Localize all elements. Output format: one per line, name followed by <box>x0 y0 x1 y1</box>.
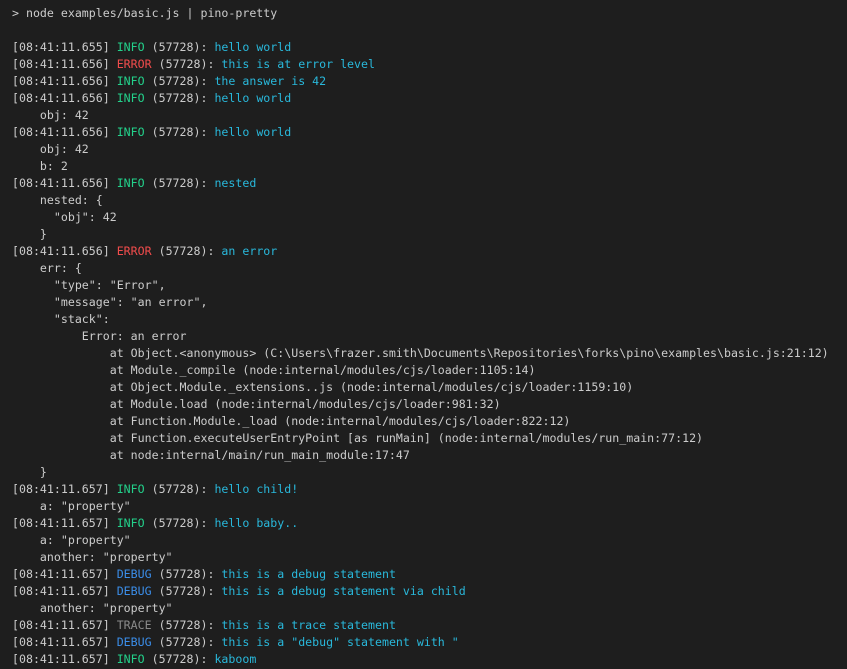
log-message: hello child! <box>214 482 298 496</box>
detail-line: a: "property" <box>12 498 847 515</box>
pid: (57728): <box>152 244 222 258</box>
log-line: [08:41:11.656] ERROR (57728): this is at… <box>12 56 847 73</box>
log-level: INFO <box>117 74 145 88</box>
command-text: > node examples/basic.js | pino-pretty <box>12 6 277 20</box>
detail-line: nested: { <box>12 192 847 209</box>
log-message: hello world <box>214 91 291 105</box>
detail-line: } <box>12 226 847 243</box>
detail-line: at Module._compile (node:internal/module… <box>12 362 847 379</box>
detail-line: at Function.Module._load (node:internal/… <box>12 413 847 430</box>
log-line: [08:41:11.656] INFO (57728): hello world <box>12 90 847 107</box>
detail-line: at Function.executeUserEntryPoint [as ru… <box>12 430 847 447</box>
timestamp: [08:41:11.657] <box>12 652 117 666</box>
log-line: [08:41:11.657] INFO (57728): hello baby.… <box>12 515 847 532</box>
timestamp: [08:41:11.657] <box>12 482 117 496</box>
log-level: DEBUG <box>117 567 152 581</box>
detail-line: at node:internal/main/run_main_module:17… <box>12 447 847 464</box>
log-level: ERROR <box>117 244 152 258</box>
log-message: hello world <box>214 125 291 139</box>
timestamp: [08:41:11.656] <box>12 57 117 71</box>
detail-line: "message": "an error", <box>12 294 847 311</box>
log-message: this is at error level <box>221 57 375 71</box>
detail-line: at Object.Module._extensions..js (node:i… <box>12 379 847 396</box>
terminal[interactable]: > node examples/basic.js | pino-pretty [… <box>0 0 847 669</box>
detail-line: Error: an error <box>12 328 847 345</box>
timestamp: [08:41:11.657] <box>12 567 117 581</box>
detail-line: another: "property" <box>12 549 847 566</box>
log-message: this is a debug statement <box>221 567 396 581</box>
detail-line: "type": "Error", <box>12 277 847 294</box>
timestamp: [08:41:11.657] <box>12 516 117 530</box>
log-line: [08:41:11.657] DEBUG (57728): this is a … <box>12 634 847 651</box>
log-level: INFO <box>117 40 145 54</box>
detail-line: obj: 42 <box>12 107 847 124</box>
log-message: hello baby.. <box>214 516 298 530</box>
timestamp: [08:41:11.657] <box>12 618 117 632</box>
detail-line: "obj": 42 <box>12 209 847 226</box>
log-message: this is a debug statement via child <box>221 584 465 598</box>
pid: (57728): <box>152 584 222 598</box>
log-level: ERROR <box>117 57 152 71</box>
log-level: INFO <box>117 176 145 190</box>
log-level: DEBUG <box>117 635 152 649</box>
log-message: the answer is 42 <box>214 74 326 88</box>
pid: (57728): <box>145 74 215 88</box>
log-line: [08:41:11.657] INFO (57728): kaboom <box>12 651 847 668</box>
log-message: kaboom <box>214 652 256 666</box>
log-level: INFO <box>117 652 145 666</box>
blank-line <box>12 22 847 39</box>
log-message: nested <box>214 176 256 190</box>
detail-line: at Module.load (node:internal/modules/cj… <box>12 396 847 413</box>
log-message: this is a trace statement <box>221 618 396 632</box>
log-message: this is a "debug" statement with " <box>221 635 458 649</box>
timestamp: [08:41:11.656] <box>12 244 117 258</box>
log-line: [08:41:11.657] DEBUG (57728): this is a … <box>12 583 847 600</box>
command-line: > node examples/basic.js | pino-pretty <box>12 5 847 22</box>
detail-line: a: "property" <box>12 532 847 549</box>
pid: (57728): <box>145 516 215 530</box>
detail-line: err: { <box>12 260 847 277</box>
timestamp: [08:41:11.656] <box>12 125 117 139</box>
detail-line: another: "property" <box>12 600 847 617</box>
log-line: [08:41:11.657] TRACE (57728): this is a … <box>12 617 847 634</box>
timestamp: [08:41:11.656] <box>12 74 117 88</box>
detail-line: "stack": <box>12 311 847 328</box>
log-level: TRACE <box>117 618 152 632</box>
pid: (57728): <box>145 40 215 54</box>
log-line: [08:41:11.657] DEBUG (57728): this is a … <box>12 566 847 583</box>
timestamp: [08:41:11.656] <box>12 91 117 105</box>
detail-line: } <box>12 464 847 481</box>
log-level: INFO <box>117 91 145 105</box>
timestamp: [08:41:11.657] <box>12 584 117 598</box>
log-level: DEBUG <box>117 584 152 598</box>
pid: (57728): <box>145 176 215 190</box>
detail-line: at Object.<anonymous> (C:\Users\frazer.s… <box>12 345 847 362</box>
pid: (57728): <box>145 125 215 139</box>
detail-line: obj: 42 <box>12 141 847 158</box>
log-level: INFO <box>117 125 145 139</box>
timestamp: [08:41:11.657] <box>12 635 117 649</box>
timestamp: [08:41:11.656] <box>12 176 117 190</box>
pid: (57728): <box>152 567 222 581</box>
pid: (57728): <box>152 618 222 632</box>
pid: (57728): <box>145 482 215 496</box>
pid: (57728): <box>152 57 222 71</box>
pid: (57728): <box>152 635 222 649</box>
pid: (57728): <box>145 652 215 666</box>
timestamp: [08:41:11.655] <box>12 40 117 54</box>
log-message: hello world <box>214 40 291 54</box>
log-message: an error <box>221 244 277 258</box>
log-line: [08:41:11.656] INFO (57728): nested <box>12 175 847 192</box>
log-level: INFO <box>117 516 145 530</box>
pid: (57728): <box>145 91 215 105</box>
detail-line: b: 2 <box>12 158 847 175</box>
log-line: [08:41:11.656] INFO (57728): the answer … <box>12 73 847 90</box>
log-level: INFO <box>117 482 145 496</box>
log-line: [08:41:11.656] ERROR (57728): an error <box>12 243 847 260</box>
log-output: [08:41:11.655] INFO (57728): hello world… <box>12 22 847 668</box>
log-line: [08:41:11.655] INFO (57728): hello world <box>12 39 847 56</box>
log-line: [08:41:11.657] INFO (57728): hello child… <box>12 481 847 498</box>
log-line: [08:41:11.656] INFO (57728): hello world <box>12 124 847 141</box>
